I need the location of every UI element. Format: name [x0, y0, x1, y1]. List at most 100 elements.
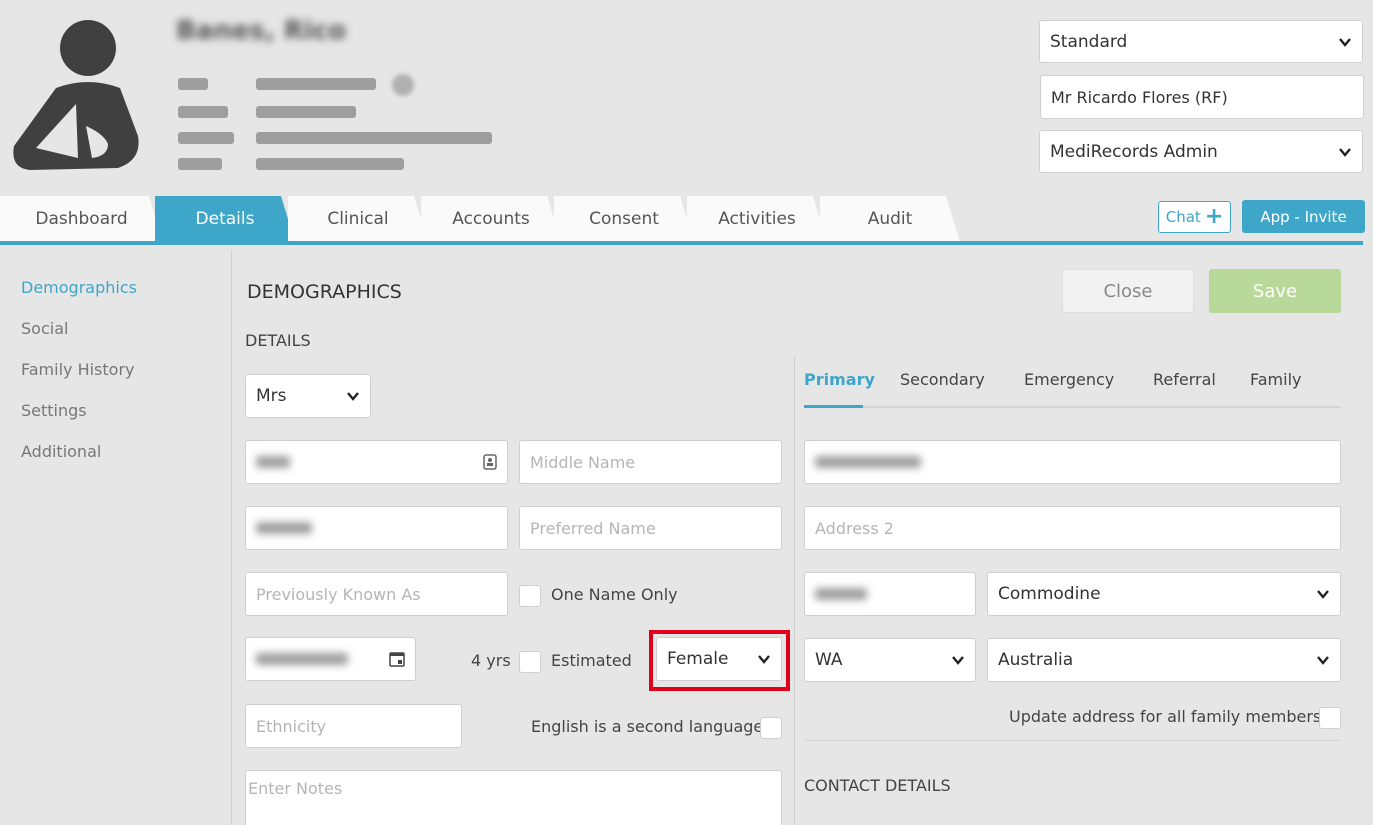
- chevron-down-icon: [1317, 656, 1329, 665]
- app-invite-button[interactable]: App - Invite: [1242, 200, 1365, 233]
- blurred-field: [256, 132, 492, 144]
- admin-select-value: MediRecords Admin: [1050, 141, 1218, 162]
- subtab-emergency[interactable]: Emergency: [1024, 370, 1114, 389]
- preferred-name-input[interactable]: Preferred Name: [519, 506, 782, 550]
- tab-activities[interactable]: Activities: [687, 196, 827, 242]
- sidenav-settings[interactable]: Settings: [21, 401, 87, 420]
- blurred-value: [256, 653, 348, 665]
- divider: [804, 740, 1341, 741]
- page-title: DEMOGRAPHICS: [247, 281, 402, 303]
- tab-label: Details: [195, 209, 255, 229]
- chevron-down-icon: [758, 655, 770, 664]
- info-icon[interactable]: [392, 74, 414, 96]
- dob-input[interactable]: [245, 637, 416, 681]
- state-select-value: WA: [815, 650, 843, 670]
- english-second-checkbox[interactable]: [760, 717, 782, 739]
- sidenav-additional[interactable]: Additional: [21, 442, 101, 461]
- chevron-down-icon: [347, 392, 359, 401]
- standard-select-value: Standard: [1050, 31, 1128, 52]
- plus-icon: +: [1204, 204, 1224, 229]
- patient-name: Banes, Rico: [176, 16, 347, 46]
- tab-label: Accounts: [452, 209, 530, 229]
- close-button[interactable]: Close: [1062, 269, 1194, 313]
- blurred-field: [178, 78, 208, 90]
- blurred-value: [815, 456, 921, 468]
- practitioner-field[interactable]: Mr Ricardo Flores (RF): [1040, 75, 1364, 119]
- blurred-field: [178, 132, 234, 144]
- contact-details-heading: CONTACT DETAILS: [804, 776, 951, 795]
- chevron-down-icon: [952, 656, 964, 665]
- blurred-field: [256, 106, 356, 118]
- tab-label: Consent: [589, 209, 659, 229]
- tab-dashboard[interactable]: Dashboard: [0, 196, 163, 242]
- standard-select[interactable]: Standard: [1039, 20, 1363, 63]
- title-select-value: Mrs: [256, 386, 287, 406]
- blurred-field: [256, 78, 376, 90]
- subtab-primary[interactable]: Primary: [804, 370, 875, 389]
- suburb-select[interactable]: Commodine: [987, 572, 1341, 616]
- preferred-name-placeholder: Preferred Name: [530, 518, 656, 538]
- gender-select[interactable]: Female: [656, 637, 782, 681]
- previously-known-input[interactable]: Previously Known As: [245, 572, 508, 616]
- sidenav-demographics[interactable]: Demographics: [21, 278, 137, 297]
- one-name-only-label: One Name Only: [551, 585, 678, 604]
- blurred-field: [178, 158, 222, 170]
- estimated-label: Estimated: [551, 651, 632, 670]
- tab-audit[interactable]: Audit: [820, 196, 960, 242]
- blurred-value: [256, 456, 290, 468]
- subtab-secondary[interactable]: Secondary: [900, 370, 985, 389]
- suburb-select-value: Commodine: [998, 584, 1101, 604]
- sidenav-social[interactable]: Social: [21, 319, 68, 338]
- address2-placeholder: Address 2: [815, 518, 894, 538]
- middle-name-placeholder: Middle Name: [530, 452, 636, 472]
- tab-clinical[interactable]: Clinical: [288, 196, 428, 242]
- close-label: Close: [1103, 280, 1153, 302]
- last-name-input[interactable]: [245, 506, 508, 550]
- admin-select[interactable]: MediRecords Admin: [1039, 130, 1363, 173]
- first-name-input[interactable]: [245, 440, 508, 484]
- age-label: 4 yrs: [471, 651, 511, 670]
- address2-input[interactable]: Address 2: [804, 506, 1341, 550]
- chevron-down-icon: [1317, 590, 1329, 599]
- details-heading: DETAILS: [245, 331, 311, 350]
- blurred-field: [178, 106, 228, 118]
- chevron-down-icon: [1339, 37, 1351, 47]
- chat-label: Chat: [1165, 208, 1201, 226]
- blurred-value: [815, 588, 867, 600]
- save-button[interactable]: Save: [1209, 269, 1341, 313]
- country-select-value: Australia: [998, 650, 1074, 670]
- state-select[interactable]: WA: [804, 638, 976, 682]
- tab-accounts[interactable]: Accounts: [421, 196, 561, 242]
- blurred-field: [256, 158, 404, 170]
- estimated-checkbox[interactable]: [519, 651, 541, 673]
- subtab-family[interactable]: Family: [1250, 370, 1301, 389]
- divider: [231, 250, 232, 825]
- update-family-checkbox[interactable]: [1319, 707, 1341, 729]
- ethnicity-placeholder: Ethnicity: [256, 716, 327, 736]
- english-second-label: English is a second language: [531, 717, 764, 736]
- notes-textarea[interactable]: Enter Notes: [245, 770, 782, 825]
- update-family-label: Update address for all family members: [1009, 707, 1322, 726]
- chat-button[interactable]: Chat +: [1158, 201, 1231, 233]
- middle-name-input[interactable]: Middle Name: [519, 440, 782, 484]
- tab-consent[interactable]: Consent: [554, 196, 694, 242]
- subtab-referral[interactable]: Referral: [1153, 370, 1216, 389]
- calendar-icon[interactable]: [389, 651, 405, 667]
- contact-card-icon[interactable]: [483, 454, 497, 470]
- ethnicity-input[interactable]: Ethnicity: [245, 704, 462, 748]
- one-name-only-checkbox[interactable]: [519, 585, 541, 607]
- title-select[interactable]: Mrs: [245, 374, 371, 418]
- address1-input[interactable]: [804, 440, 1341, 484]
- sidenav-family-history[interactable]: Family History: [21, 360, 135, 379]
- chevron-down-icon: [1339, 147, 1351, 157]
- patient-avatar-icon: [13, 20, 139, 170]
- notes-placeholder: Enter Notes: [248, 779, 343, 798]
- tab-underline: [0, 241, 1363, 245]
- gender-select-value: Female: [667, 649, 729, 669]
- tab-label: Activities: [718, 209, 796, 229]
- previously-known-placeholder: Previously Known As: [256, 584, 421, 604]
- tab-details[interactable]: Details: [155, 196, 295, 242]
- postcode-input[interactable]: [804, 572, 976, 616]
- save-label: Save: [1252, 280, 1298, 302]
- country-select[interactable]: Australia: [987, 638, 1341, 682]
